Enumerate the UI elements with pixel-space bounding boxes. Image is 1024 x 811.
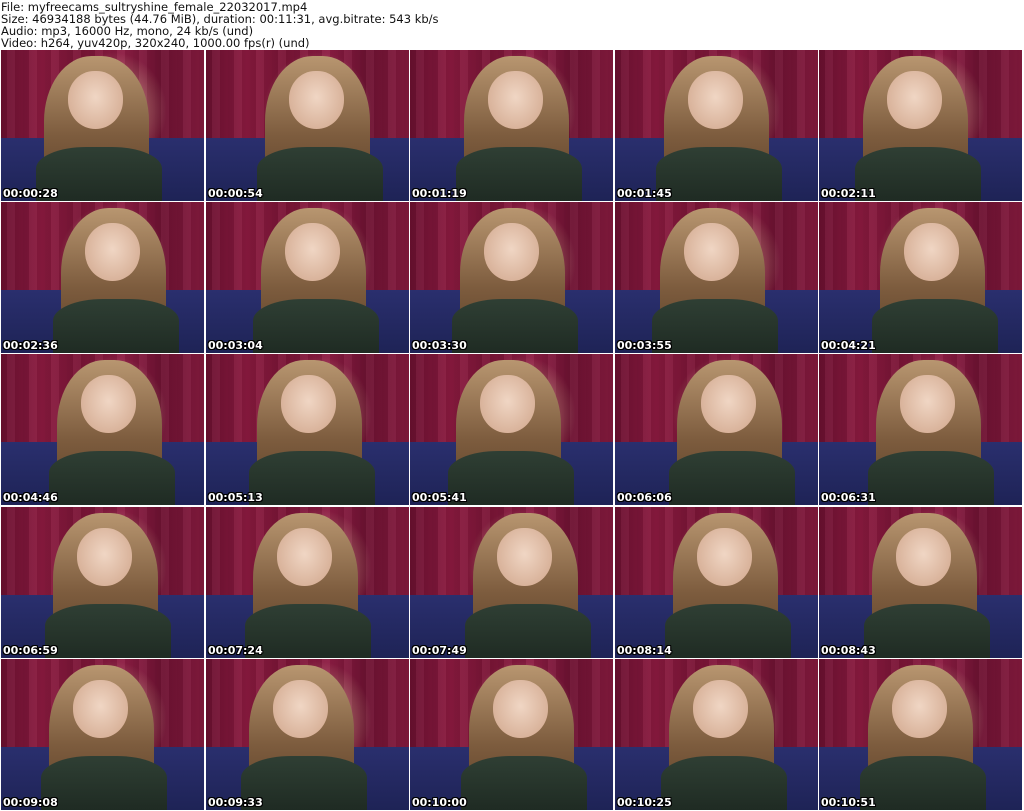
- subject-face: [289, 71, 344, 129]
- video-thumbnail: 00:01:45: [615, 50, 818, 201]
- video-thumbnail: 00:06:31: [819, 354, 1022, 505]
- subject-face: [488, 71, 543, 129]
- video-thumbnail: 00:08:14: [615, 507, 818, 658]
- video-thumbnail: 00:04:21: [819, 202, 1022, 353]
- video-thumbnail: 00:02:36: [1, 202, 204, 353]
- video-thumbnail: 00:04:46: [1, 354, 204, 505]
- subject-shirt: [871, 298, 998, 353]
- video-thumbnail: 00:02:11: [819, 50, 1022, 201]
- thumbnail-timestamp: 00:03:30: [412, 339, 467, 352]
- subject-shirt: [248, 450, 375, 505]
- subject-face: [904, 223, 959, 281]
- subject-face: [281, 375, 336, 433]
- video-thumbnail: 00:06:59: [1, 507, 204, 658]
- subject-face: [480, 375, 535, 433]
- thumbnail-timestamp: 00:05:13: [208, 491, 263, 504]
- thumbnail-timestamp: 00:05:41: [412, 491, 467, 504]
- thumbnail-timestamp: 00:10:00: [412, 796, 467, 809]
- subject-face: [81, 375, 136, 433]
- video-thumbnail: 00:10:51: [819, 659, 1022, 810]
- subject-shirt: [244, 603, 371, 658]
- subject-shirt: [252, 298, 379, 353]
- video-thumbnail: 00:07:49: [410, 507, 613, 658]
- video-thumbnail: 00:01:19: [410, 50, 613, 201]
- thumbnail-grid: 00:00:28 00:00:54 00:01:19 00:01:45 00:02:11…: [0, 50, 1024, 811]
- subject-shirt: [655, 146, 782, 201]
- subject-face: [684, 223, 739, 281]
- subject-shirt: [451, 298, 578, 353]
- subject-shirt: [464, 603, 591, 658]
- thumbnail-timestamp: 00:08:14: [617, 644, 672, 657]
- video-thumbnail: 00:05:41: [410, 354, 613, 505]
- video-thumbnail: 00:00:28: [1, 50, 204, 201]
- thumbnail-timestamp: 00:06:59: [3, 644, 58, 657]
- thumbnail-timestamp: 00:10:51: [821, 796, 876, 809]
- thumbnail-timestamp: 00:06:06: [617, 491, 672, 504]
- thumbnail-timestamp: 00:08:43: [821, 644, 876, 657]
- video-thumbnail: 00:03:55: [615, 202, 818, 353]
- video-thumbnail: 00:10:00: [410, 659, 613, 810]
- video-thumbnail: 00:05:13: [206, 354, 409, 505]
- subject-face: [693, 680, 748, 738]
- subject-face: [493, 680, 548, 738]
- thumbnail-timestamp: 00:10:25: [617, 796, 672, 809]
- subject-shirt: [40, 755, 167, 810]
- subject-shirt: [256, 146, 383, 201]
- thumbnail-timestamp: 00:03:55: [617, 339, 672, 352]
- subject-shirt: [48, 450, 175, 505]
- subject-face: [277, 528, 332, 586]
- thumbnail-timestamp: 00:00:28: [3, 187, 58, 200]
- subject-face: [896, 528, 951, 586]
- subject-shirt: [44, 603, 171, 658]
- subject-face: [484, 223, 539, 281]
- subject-face: [85, 223, 140, 281]
- video-thumbnail: 00:00:54: [206, 50, 409, 201]
- subject-face: [68, 71, 123, 129]
- thumbnail-timestamp: 00:02:36: [3, 339, 58, 352]
- video-thumbnail: 00:09:33: [206, 659, 409, 810]
- thumbnail-timestamp: 00:04:21: [821, 339, 876, 352]
- thumbnail-timestamp: 00:02:11: [821, 187, 876, 200]
- subject-shirt: [455, 146, 582, 201]
- subject-shirt: [859, 755, 986, 810]
- thumbnail-timestamp: 00:01:19: [412, 187, 467, 200]
- subject-face: [892, 680, 947, 738]
- subject-face: [497, 528, 552, 586]
- file-info-header: File: myfreecams_sultryshine_female_2203…: [0, 0, 1024, 50]
- subject-face: [887, 71, 942, 129]
- video-thumbnail: 00:03:04: [206, 202, 409, 353]
- subject-shirt: [52, 298, 179, 353]
- video-thumbnail: 00:03:30: [410, 202, 613, 353]
- subject-face: [701, 375, 756, 433]
- video-thumbnail: 00:09:08: [1, 659, 204, 810]
- thumbnail-timestamp: 00:09:33: [208, 796, 263, 809]
- subject-shirt: [867, 450, 994, 505]
- subject-face: [688, 71, 743, 129]
- subject-shirt: [460, 755, 587, 810]
- video-thumbnail: 00:08:43: [819, 507, 1022, 658]
- subject-face: [77, 528, 132, 586]
- subject-shirt: [668, 450, 795, 505]
- thumbnail-timestamp: 00:07:24: [208, 644, 263, 657]
- subject-face: [73, 680, 128, 738]
- video-thumbnail: 00:10:25: [615, 659, 818, 810]
- thumbnail-timestamp: 00:03:04: [208, 339, 263, 352]
- subject-face: [273, 680, 328, 738]
- thumbnail-timestamp: 00:07:49: [412, 644, 467, 657]
- thumbnail-timestamp: 00:00:54: [208, 187, 263, 200]
- video-thumbnail: 00:06:06: [615, 354, 818, 505]
- thumbnail-timestamp: 00:04:46: [3, 491, 58, 504]
- subject-face: [900, 375, 955, 433]
- subject-face: [285, 223, 340, 281]
- video-info-line: Video: h264, yuv420p, 320x240, 1000.00 f…: [1, 36, 310, 50]
- thumbnail-timestamp: 00:09:08: [3, 796, 58, 809]
- subject-shirt: [664, 603, 791, 658]
- subject-shirt: [863, 603, 990, 658]
- thumbnail-timestamp: 00:06:31: [821, 491, 876, 504]
- subject-face: [697, 528, 752, 586]
- video-thumbnail: 00:07:24: [206, 507, 409, 658]
- subject-shirt: [660, 755, 787, 810]
- thumbnail-timestamp: 00:01:45: [617, 187, 672, 200]
